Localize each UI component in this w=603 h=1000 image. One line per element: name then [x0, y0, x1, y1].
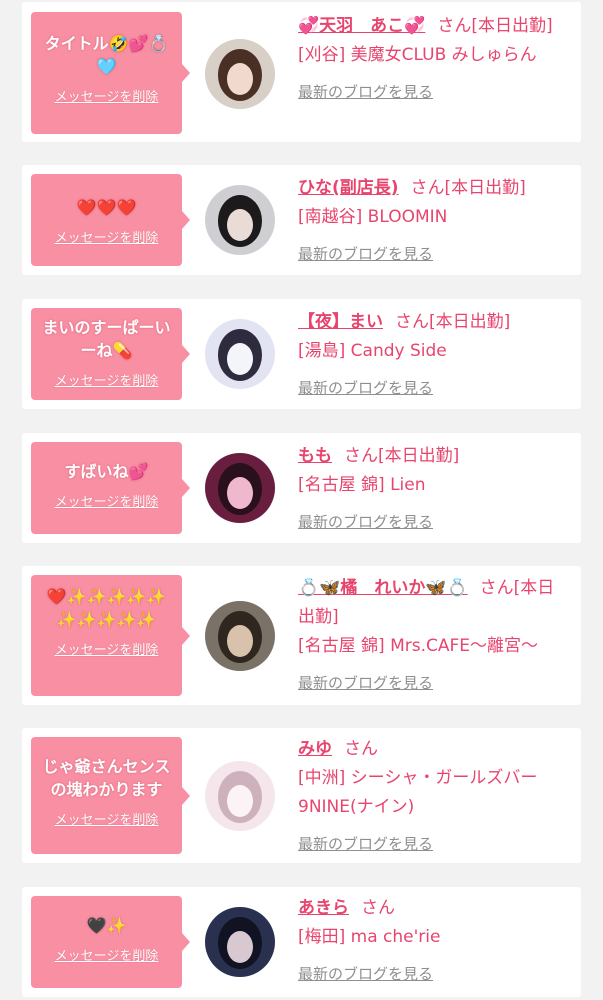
delete-message-link[interactable]: メッセージを削除: [55, 86, 159, 105]
avatar-photo-icon: [205, 453, 275, 523]
profile-name-link[interactable]: 💞天羽 あこ💞: [298, 16, 425, 36]
message-bubble: まいのすーぱーいーね💊 メッセージを削除: [31, 308, 190, 400]
profile-name-link[interactable]: みゆ: [298, 739, 332, 759]
message-card: 🖤✨ メッセージを削除 あきら さん [梅田] ma che'rie 最新のブログ…: [22, 887, 581, 997]
avatar-photo-icon: [205, 319, 275, 389]
honorific: さん: [395, 312, 429, 332]
message-card: すばいね💕 メッセージを削除 もも さん[本日出勤] [名古屋 錦] Lien 最…: [22, 433, 581, 543]
latest-blog-link[interactable]: 最新のブログを見る: [298, 374, 570, 403]
bubble-message-text: ❤️❤️❤️: [76, 198, 137, 217]
delete-message-link[interactable]: メッセージを削除: [55, 639, 159, 658]
latest-blog-link[interactable]: 最新のブログを見る: [298, 669, 570, 698]
honorific: さん: [410, 178, 445, 198]
delete-message-link[interactable]: メッセージを削除: [55, 809, 159, 828]
honorific: さん: [344, 739, 378, 759]
latest-blog-link[interactable]: 最新のブログを見る: [298, 78, 570, 107]
avatar[interactable]: [205, 601, 275, 671]
shop-name: [南越谷] BLOOMIN: [298, 207, 448, 227]
avatar-photo-icon: [205, 761, 275, 831]
profile-name-link[interactable]: ひな(副店長): [298, 178, 399, 198]
message-card: ❤️✨✨✨✨✨✨✨✨✨✨ メッセージを削除 💍🦋橘 れいか🦋💍 さん[本日出勤] …: [22, 566, 581, 705]
message-card: まいのすーぱーいーね💊 メッセージを削除 【夜】まい さん[本日出勤] [湯島] …: [22, 299, 581, 409]
profile-info: もも さん[本日出勤] [名古屋 錦] Lien 最新のブログを見る: [298, 442, 570, 537]
bubble-message-text: 🖤✨: [86, 916, 127, 935]
latest-blog-link[interactable]: 最新のブログを見る: [298, 960, 570, 989]
profile-info: ひな(副店長) さん[本日出勤] [南越谷] BLOOMIN 最新のブログを見る: [298, 174, 570, 269]
attendance-status: [本日出勤]: [378, 446, 460, 466]
latest-blog-link[interactable]: 最新のブログを見る: [298, 240, 570, 269]
honorific: さん: [479, 578, 514, 598]
shop-name: [中洲] シーシャ・ガールズバー9NINE(ナイン): [298, 768, 538, 817]
profile-name-link[interactable]: あきら: [298, 898, 349, 918]
attendance-status: [本日出勤]: [444, 178, 526, 198]
avatar[interactable]: [205, 319, 275, 389]
avatar[interactable]: [205, 907, 275, 977]
shop-name: [刈谷] 美魔女CLUB みしゅらん: [298, 45, 537, 65]
message-bubble: 🖤✨ メッセージを削除: [31, 896, 190, 988]
latest-blog-link[interactable]: 最新のブログを見る: [298, 830, 570, 859]
honorific: さん: [361, 898, 395, 918]
message-card: じゃ爺さんセンスの塊わかります メッセージを削除 みゆ さん [中洲] シーシャ・…: [22, 728, 581, 863]
avatar[interactable]: [205, 39, 275, 109]
avatar[interactable]: [205, 761, 275, 831]
avatar-photo-icon: [205, 185, 275, 255]
avatar[interactable]: [205, 453, 275, 523]
message-card: タイトル🤣💕💍🩵 メッセージを削除 💞天羽 あこ💞 さん[本日出勤] [刈谷] 美…: [22, 2, 581, 142]
message-bubble: ❤️✨✨✨✨✨✨✨✨✨✨ メッセージを削除: [31, 575, 190, 696]
message-bubble: ❤️❤️❤️ メッセージを削除: [31, 174, 190, 266]
message-list: タイトル🤣💕💍🩵 メッセージを削除 💞天羽 あこ💞 さん[本日出勤] [刈谷] 美…: [0, 0, 603, 1000]
honorific: さん: [437, 16, 472, 36]
profile-info: あきら さん [梅田] ma che'rie 最新のブログを見る: [298, 894, 570, 989]
avatar[interactable]: [205, 185, 275, 255]
profile-info: 💞天羽 あこ💞 さん[本日出勤] [刈谷] 美魔女CLUB みしゅらん 最新のブロ…: [298, 12, 570, 107]
message-bubble: すばいね💕 メッセージを削除: [31, 442, 190, 534]
bubble-message-text: じゃ爺さんセンスの塊わかります: [42, 757, 171, 799]
profile-name-link[interactable]: もも: [298, 446, 332, 466]
delete-message-link[interactable]: メッセージを削除: [55, 945, 159, 964]
message-card: ❤️❤️❤️ メッセージを削除 ひな(副店長) さん[本日出勤] [南越谷] BL…: [22, 165, 581, 275]
avatar-photo-icon: [205, 601, 275, 671]
shop-name: [名古屋 錦] Mrs.CAFE〜離宮〜: [298, 636, 539, 656]
shop-name: [梅田] ma che'rie: [298, 927, 441, 947]
shop-name: [湯島] Candy Side: [298, 341, 447, 361]
bubble-message-text: すばいね💕: [64, 462, 149, 481]
attendance-status: [本日出勤]: [471, 16, 553, 36]
profile-name-link[interactable]: 【夜】まい: [298, 312, 383, 332]
bubble-message-text: まいのすーぱーいーね💊: [42, 318, 171, 360]
profile-info: みゆ さん [中洲] シーシャ・ガールズバー9NINE(ナイン) 最新のブログを見…: [298, 735, 570, 859]
shop-name: [名古屋 錦] Lien: [298, 475, 426, 495]
bubble-message-text: ❤️✨✨✨✨✨✨✨✨✨✨: [46, 587, 167, 629]
bubble-message-text: タイトル🤣💕💍🩵: [44, 34, 169, 76]
profile-info: 【夜】まい さん[本日出勤] [湯島] Candy Side 最新のブログを見る: [298, 308, 570, 403]
delete-message-link[interactable]: メッセージを削除: [55, 370, 159, 389]
attendance-status: [本日出勤]: [429, 312, 511, 332]
avatar-photo-icon: [205, 907, 275, 977]
avatar-photo-icon: [205, 39, 275, 109]
message-bubble: じゃ爺さんセンスの塊わかります メッセージを削除: [31, 737, 190, 854]
delete-message-link[interactable]: メッセージを削除: [55, 227, 159, 246]
profile-info: 💍🦋橘 れいか🦋💍 さん[本日出勤] [名古屋 錦] Mrs.CAFE〜離宮〜 最…: [298, 574, 570, 698]
profile-name-link[interactable]: 💍🦋橘 れいか🦋💍: [298, 578, 468, 598]
delete-message-link[interactable]: メッセージを削除: [55, 491, 159, 510]
latest-blog-link[interactable]: 最新のブログを見る: [298, 508, 570, 537]
message-bubble: タイトル🤣💕💍🩵 メッセージを削除: [31, 12, 190, 134]
honorific: さん: [344, 446, 378, 466]
